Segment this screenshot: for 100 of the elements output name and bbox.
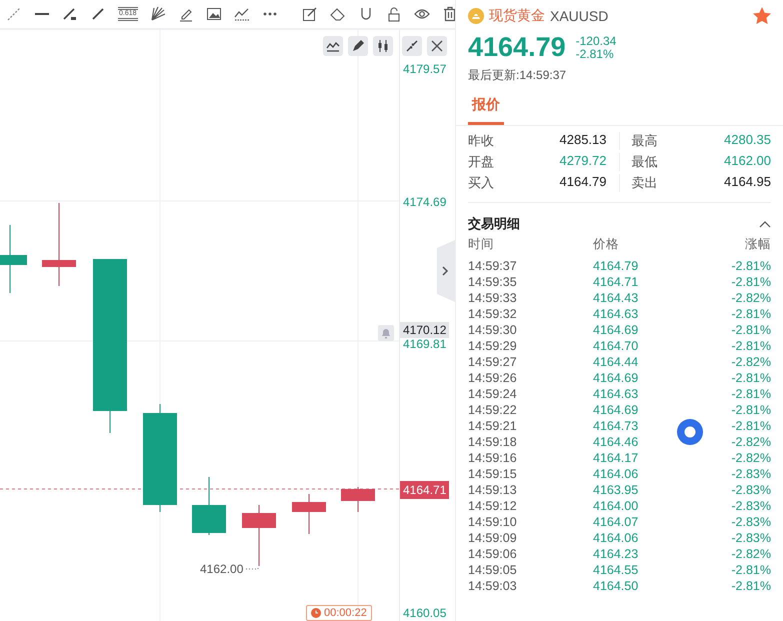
trade-time: 14:59:18 xyxy=(468,434,518,450)
candlestick xyxy=(0,224,27,294)
trade-change: -2.81% xyxy=(730,306,771,322)
trade-change: -2.81% xyxy=(730,402,771,418)
section-title: 交易明细 xyxy=(468,215,520,233)
trade-change: -2.83% xyxy=(730,514,771,530)
line-chart-icon[interactable] xyxy=(234,6,250,22)
fan-icon[interactable] xyxy=(150,6,166,22)
trade-time: 14:59:03 xyxy=(468,578,518,594)
countdown-text: 00:00:22 xyxy=(324,607,367,619)
pencil-line-icon[interactable] xyxy=(90,6,106,22)
edit-icon[interactable] xyxy=(302,6,318,22)
price-change-percent: -2.81% xyxy=(576,48,615,60)
chat-bubble-button[interactable] xyxy=(674,416,706,448)
star-icon[interactable] xyxy=(753,7,771,25)
instrument-name: 现货黄金 xyxy=(489,7,545,25)
trade-price: 4164.06 xyxy=(592,466,640,482)
line-segment-icon[interactable] xyxy=(62,6,78,22)
trade-change: -2.81% xyxy=(730,386,771,402)
field-label: 最高 xyxy=(632,132,658,150)
trade-change: -2.81% xyxy=(730,370,771,386)
trade-price: 4164.44 xyxy=(592,354,640,370)
trade-price: 4164.73 xyxy=(592,418,640,434)
trade-price: 4163.95 xyxy=(592,482,640,498)
trade-time: 14:59:13 xyxy=(468,482,518,498)
image-icon[interactable] xyxy=(206,6,222,22)
trade-time: 14:59:24 xyxy=(468,386,518,402)
trade-change: -2.81% xyxy=(730,418,771,434)
trade-time: 14:59:32 xyxy=(468,306,518,322)
candlestick xyxy=(242,504,276,566)
trade-change: -2.81% xyxy=(730,578,771,594)
field-label: 昨收 xyxy=(468,132,494,150)
trade-change: -2.82% xyxy=(730,354,771,370)
trade-price: 4164.63 xyxy=(592,386,640,402)
caret-icon[interactable] xyxy=(759,220,771,228)
trade-price: 4164.00 xyxy=(592,498,640,514)
trade-price: 4164.23 xyxy=(592,546,640,562)
unlock-icon[interactable] xyxy=(386,6,402,22)
trade-change: -2.83% xyxy=(730,530,771,546)
trade-time: 14:59:09 xyxy=(468,530,518,546)
trade-time: 14:59:26 xyxy=(468,370,518,386)
field-label: 买入 xyxy=(468,174,494,192)
indicator-icon[interactable] xyxy=(323,36,343,56)
trade-change: -2.83% xyxy=(730,482,771,498)
last-update-time: 最后更新:14:59:37 xyxy=(468,67,568,84)
column-header: 时间 xyxy=(468,236,495,252)
close-icon[interactable] xyxy=(427,36,447,56)
clock-icon xyxy=(311,608,321,618)
candlestick xyxy=(192,476,226,536)
trade-price: 4164.69 xyxy=(592,402,640,418)
trade-change: -2.83% xyxy=(730,498,771,514)
trade-price: 4164.46 xyxy=(592,434,640,450)
field-value: 4164.79 xyxy=(560,174,606,191)
price-axis-label: 4160.05 xyxy=(403,606,446,620)
price-change: -120.34 xyxy=(576,34,616,48)
column-header: 价格 xyxy=(592,236,620,252)
trade-change: -2.83% xyxy=(730,466,771,482)
trend-line-icon[interactable] xyxy=(6,6,22,22)
low-price-label: 4162.00 xyxy=(200,562,244,576)
trade-time: 14:59:27 xyxy=(468,354,518,370)
field-label: 最低 xyxy=(632,153,658,171)
crosshair-price-tag: 4170.12 xyxy=(400,322,450,338)
trade-price: 4164.17 xyxy=(592,450,640,466)
trade-price: 4164.55 xyxy=(592,562,640,578)
field-value: 4280.35 xyxy=(724,132,771,149)
last-price: 4164.79 xyxy=(468,32,566,63)
trade-change: -2.81% xyxy=(730,562,771,578)
trade-time: 14:59:33 xyxy=(468,290,518,306)
trade-change: -2.82% xyxy=(730,434,771,450)
trade-time: 14:59:05 xyxy=(468,562,518,578)
candlestick-icon[interactable] xyxy=(373,36,393,56)
trade-change: -2.81% xyxy=(730,274,771,290)
candlestick xyxy=(292,494,326,534)
trade-price: 4164.79 xyxy=(592,258,640,274)
trade-change: -2.82% xyxy=(730,450,771,466)
trade-change: -2.81% xyxy=(730,338,771,354)
coin-icon xyxy=(468,8,484,24)
field-label: 卖出 xyxy=(632,174,658,192)
trade-price: 4164.07 xyxy=(592,514,640,530)
trade-price: 4164.43 xyxy=(592,290,640,306)
trade-time: 14:59:37 xyxy=(468,258,518,274)
trade-time: 14:59:15 xyxy=(468,466,518,482)
trade-price: 4164.69 xyxy=(592,370,640,386)
trade-change: -2.81% xyxy=(730,322,771,338)
trade-price: 4164.70 xyxy=(592,338,640,354)
collapse-icon[interactable] xyxy=(402,36,422,56)
trade-price: 4164.71 xyxy=(592,274,640,290)
field-value: 4164.95 xyxy=(724,174,771,191)
price-axis-label: 4179.57 xyxy=(403,62,446,76)
trash-icon[interactable] xyxy=(442,6,458,22)
field-value: 4285.13 xyxy=(560,132,606,149)
column-header: 涨幅 xyxy=(744,236,771,252)
trade-time: 14:59:30 xyxy=(468,322,518,338)
candlestick xyxy=(341,486,375,512)
pencil-icon[interactable] xyxy=(348,36,368,56)
leader-line xyxy=(246,566,258,570)
eraser-icon[interactable] xyxy=(330,6,346,22)
last-price-tag: 4164.71 xyxy=(400,481,450,499)
trade-time: 14:59:22 xyxy=(468,402,518,418)
price-axis-label: 4174.69 xyxy=(403,195,446,209)
